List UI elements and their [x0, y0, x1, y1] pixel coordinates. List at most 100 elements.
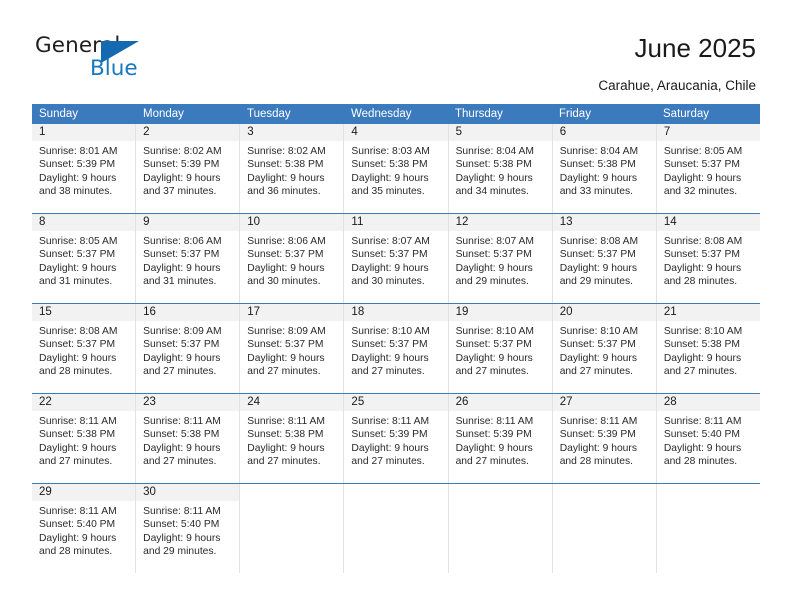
day-details [240, 501, 343, 505]
calendar-day-cell[interactable]: 2 Sunrise: 8:02 AM Sunset: 5:39 PM Daylight… [136, 124, 241, 213]
daylight-duration-line2: and 31 minutes. [143, 276, 217, 288]
day-number-band: 20 [552, 304, 656, 321]
calendar-day-cell[interactable]: 3 Sunrise: 8:02 AM Sunset: 5:38 PM Daylight… [240, 124, 345, 213]
calendar-week-row: 15 Sunrise: 8:08 AM Sunset: 5:37 PM Dayligh… [32, 303, 760, 393]
day-number-band: 17 [240, 304, 344, 321]
sunrise-time: Sunrise: 8:05 AM [39, 236, 118, 247]
calendar-day-cell[interactable]: 25 Sunrise: 8:11 AM Sunset: 5:39 PM Dayligh… [344, 394, 449, 483]
day-details: Sunrise: 8:11 AM Sunset: 5:39 PM Daylight:… [553, 411, 656, 469]
day-number: 22 [39, 396, 52, 408]
day-details: Sunrise: 8:09 AM Sunset: 5:37 PM Daylight:… [240, 321, 343, 379]
daylight-duration-line2: and 36 minutes. [247, 186, 321, 198]
day-details: Sunrise: 8:02 AM Sunset: 5:38 PM Daylight:… [240, 141, 343, 199]
calendar-day-cell[interactable]: 27 Sunrise: 8:11 AM Sunset: 5:39 PM Dayligh… [552, 394, 657, 483]
calendar-day-cell[interactable]: 16 Sunrise: 8:09 AM Sunset: 5:37 PM Dayligh… [136, 304, 241, 393]
weekday-header-sunday: Sunday [39, 108, 79, 120]
sunrise-time: Sunrise: 8:11 AM [663, 416, 742, 427]
daylight-duration-line1: Daylight: 9 hours [39, 172, 117, 184]
day-details: Sunrise: 8:02 AM Sunset: 5:39 PM Daylight:… [136, 141, 239, 199]
day-number-band: 24 [240, 394, 344, 411]
sunrise-time: Sunrise: 8:11 AM [143, 416, 221, 427]
day-details: Sunrise: 8:06 AM Sunset: 5:37 PM Daylight:… [136, 231, 239, 289]
day-number-band: 11 [344, 214, 448, 231]
calendar-day-cell[interactable]: 15 Sunrise: 8:08 AM Sunset: 5:37 PM Dayligh… [32, 304, 137, 393]
calendar-day-cell[interactable]: 11 Sunrise: 8:07 AM Sunset: 5:37 PM Dayligh… [344, 214, 449, 303]
daylight-duration-line1: Daylight: 9 hours [247, 352, 325, 364]
day-number-band: 13 [552, 214, 656, 231]
daylight-duration-line1: Daylight: 9 hours [663, 172, 742, 184]
daylight-duration-line1: Daylight: 9 hours [143, 532, 221, 544]
daylight-duration-line2: and 27 minutes. [143, 456, 217, 468]
calendar-day-cell[interactable]: 30 Sunrise: 8:11 AM Sunset: 5:40 PM Dayligh… [136, 484, 241, 573]
day-details: Sunrise: 8:11 AM Sunset: 5:39 PM Daylight:… [449, 411, 552, 469]
calendar-day-cell[interactable]: 26 Sunrise: 8:11 AM Sunset: 5:39 PM Dayligh… [448, 394, 553, 483]
calendar-day-cell[interactable]: 13 Sunrise: 8:08 AM Sunset: 5:37 PM Dayligh… [552, 214, 657, 303]
day-number: 28 [663, 396, 677, 408]
daylight-duration-line2: and 28 minutes. [559, 456, 633, 468]
sunset-time: Sunset: 5:37 PM [143, 339, 220, 351]
day-number-band [240, 484, 343, 501]
daylight-duration-line1: Daylight: 9 hours [663, 262, 742, 274]
calendar-day-cell[interactable]: 23 Sunrise: 8:11 AM Sunset: 5:38 PM Dayligh… [136, 394, 241, 483]
day-number-band [657, 484, 760, 501]
calendar-day-cell-empty [448, 484, 553, 573]
daylight-duration-line1: Daylight: 9 hours [455, 352, 533, 364]
sunrise-time: Sunrise: 8:11 AM [559, 416, 638, 427]
daylight-duration-line1: Daylight: 9 hours [39, 262, 117, 274]
sunset-time: Sunset: 5:40 PM [39, 519, 116, 531]
calendar-day-cell[interactable]: 1 Sunrise: 8:01 AM Sunset: 5:39 PM Daylight… [32, 124, 137, 213]
logo-text-blue: Blue [90, 56, 138, 81]
day-number-band [344, 484, 447, 501]
day-number-band: 12 [448, 214, 552, 231]
day-number-band: 16 [136, 304, 240, 321]
calendar-day-cell[interactable]: 6 Sunrise: 8:04 AM Sunset: 5:38 PM Daylight… [552, 124, 657, 213]
day-details [657, 501, 760, 505]
sunrise-time: Sunrise: 8:02 AM [247, 146, 326, 157]
calendar-day-cell[interactable]: 12 Sunrise: 8:07 AM Sunset: 5:37 PM Dayligh… [448, 214, 553, 303]
calendar-day-cell[interactable]: 19 Sunrise: 8:10 AM Sunset: 5:37 PM Dayligh… [448, 304, 553, 393]
day-number: 14 [663, 216, 677, 228]
calendar-day-cell[interactable]: 24 Sunrise: 8:11 AM Sunset: 5:38 PM Dayligh… [240, 394, 345, 483]
calendar-day-cell[interactable]: 28 Sunrise: 8:11 AM Sunset: 5:40 PM Dayligh… [656, 394, 760, 483]
calendar-day-cell[interactable]: 17 Sunrise: 8:09 AM Sunset: 5:37 PM Dayligh… [240, 304, 345, 393]
day-number: 5 [455, 126, 462, 138]
sunrise-time: Sunrise: 8:10 AM [455, 326, 534, 337]
calendar-day-cell[interactable]: 4 Sunrise: 8:03 AM Sunset: 5:38 PM Daylight… [344, 124, 449, 213]
calendar-day-cell[interactable]: 20 Sunrise: 8:10 AM Sunset: 5:37 PM Dayligh… [552, 304, 657, 393]
weekday-header-thursday: Thursday [455, 108, 503, 120]
daylight-duration-line2: and 27 minutes. [663, 366, 738, 378]
calendar-day-cell[interactable]: 7 Sunrise: 8:05 AM Sunset: 5:37 PM Daylight… [656, 124, 760, 213]
calendar-day-cell[interactable]: 14 Sunrise: 8:08 AM Sunset: 5:37 PM Dayligh… [656, 214, 760, 303]
daylight-duration-line2: and 28 minutes. [39, 366, 113, 378]
daylight-duration-line1: Daylight: 9 hours [351, 352, 429, 364]
calendar-weeks: 1 Sunrise: 8:01 AM Sunset: 5:39 PM Daylight… [32, 124, 760, 573]
sunset-time: Sunset: 5:38 PM [247, 159, 324, 171]
day-details: Sunrise: 8:10 AM Sunset: 5:37 PM Daylight:… [449, 321, 552, 379]
day-details: Sunrise: 8:10 AM Sunset: 5:38 PM Daylight:… [657, 321, 760, 379]
day-number-band: 8 [32, 214, 136, 231]
day-details: Sunrise: 8:05 AM Sunset: 5:37 PM Daylight:… [657, 141, 760, 199]
day-number: 8 [39, 216, 46, 228]
calendar-day-cell[interactable]: 29 Sunrise: 8:11 AM Sunset: 5:40 PM Dayligh… [32, 484, 137, 573]
sunrise-time: Sunrise: 8:11 AM [39, 506, 117, 517]
sunset-time: Sunset: 5:37 PM [247, 339, 324, 351]
calendar-day-cell[interactable]: 22 Sunrise: 8:11 AM Sunset: 5:38 PM Dayligh… [32, 394, 137, 483]
calendar-day-cell[interactable]: 5 Sunrise: 8:04 AM Sunset: 5:38 PM Daylight… [448, 124, 553, 213]
daylight-duration-line2: and 37 minutes. [143, 186, 217, 198]
calendar-day-cell[interactable]: 18 Sunrise: 8:10 AM Sunset: 5:37 PM Dayligh… [344, 304, 449, 393]
page-header: General Blue June 2025 Carahue, Araucani… [0, 0, 792, 98]
calendar-day-cell[interactable]: 9 Sunrise: 8:06 AM Sunset: 5:37 PM Daylight… [136, 214, 241, 303]
sunset-time: Sunset: 5:39 PM [559, 429, 636, 441]
sunrise-time: Sunrise: 8:08 AM [39, 326, 118, 337]
general-blue-logo[interactable]: General Blue [35, 33, 215, 85]
calendar-day-cell-empty [240, 484, 345, 573]
daylight-duration-line2: and 27 minutes. [39, 456, 113, 468]
calendar-day-cell[interactable]: 21 Sunrise: 8:10 AM Sunset: 5:38 PM Dayligh… [656, 304, 760, 393]
sunset-time: Sunset: 5:38 PM [143, 429, 220, 441]
calendar-day-cell[interactable]: 10 Sunrise: 8:06 AM Sunset: 5:37 PM Dayligh… [240, 214, 345, 303]
day-details: Sunrise: 8:06 AM Sunset: 5:37 PM Daylight:… [240, 231, 343, 289]
sunrise-time: Sunrise: 8:08 AM [663, 236, 743, 247]
calendar-day-cell[interactable]: 8 Sunrise: 8:05 AM Sunset: 5:37 PM Daylight… [32, 214, 137, 303]
day-details: Sunrise: 8:11 AM Sunset: 5:39 PM Daylight:… [344, 411, 447, 469]
daylight-duration-line1: Daylight: 9 hours [351, 442, 429, 454]
